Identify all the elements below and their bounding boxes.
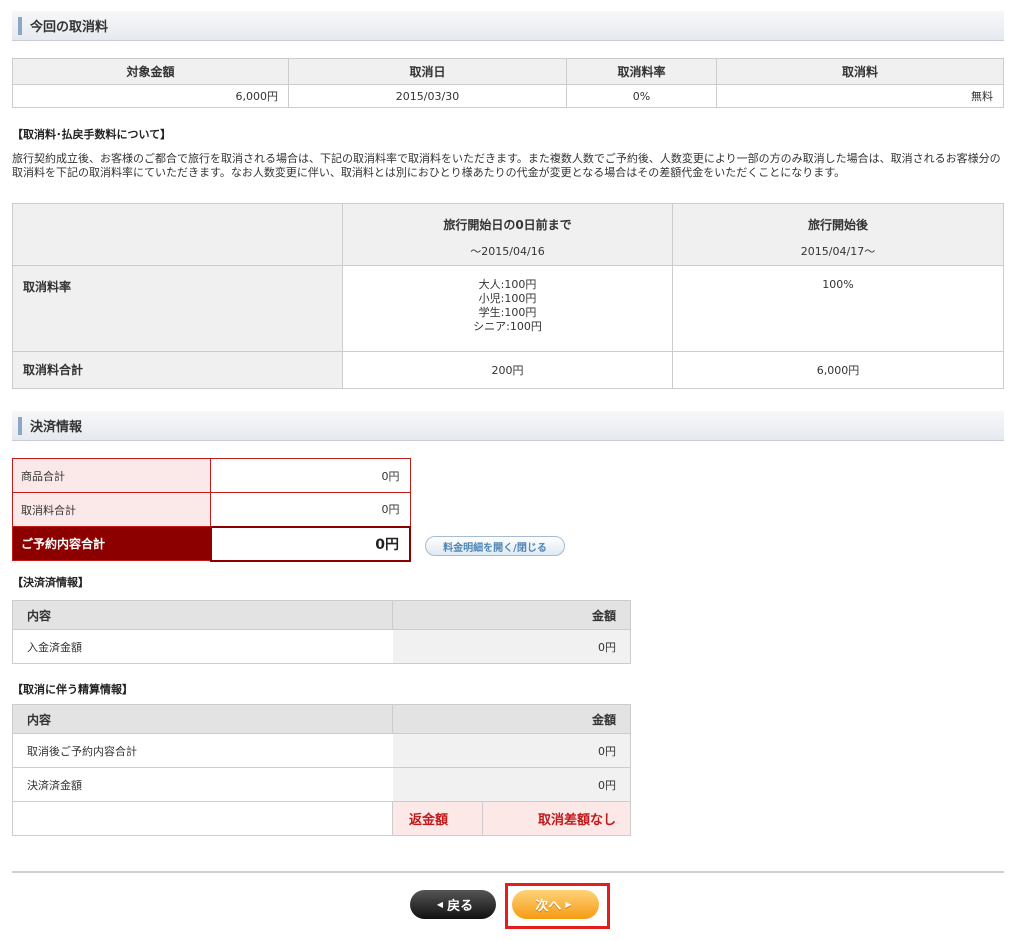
header-accent-bar <box>18 16 22 35</box>
footer-divider <box>12 871 1004 873</box>
settled-col-content: 内容 <box>12 600 393 630</box>
settlement-col-amount: 金額 <box>392 704 631 734</box>
post-cancel-total-value: 0円 <box>392 733 631 768</box>
settled-col-amount: 金額 <box>392 600 631 630</box>
settlement-info-table: 内容 金額 取消後ご予約内容合計 0円 決済済金額 0円 返金額 取消差額なし <box>12 704 631 836</box>
policy-rate-label: 取消料率 <box>12 265 343 352</box>
cancel-total-value: 0円 <box>210 492 411 527</box>
cancel-policy-table: 旅行開始日の0日前まで ～2015/04/16 旅行開始後 2015/04/17… <box>12 203 1004 389</box>
payment-info-title: 決済情報 <box>30 420 83 435</box>
policy-header-row: 旅行開始日の0日前まで ～2015/04/16 旅行開始後 2015/04/17… <box>12 203 1004 266</box>
cancel-fee-title: 今回の取消料 <box>30 20 109 35</box>
triangle-left-icon: ◀ <box>436 900 444 909</box>
payment-info-header: 決済情報 <box>12 411 1004 441</box>
col-target-amount: 対象金額 <box>12 58 289 85</box>
refund-empty-cell <box>12 801 393 836</box>
refund-label: 返金額 <box>392 801 483 836</box>
fee-details-toggle-button[interactable]: 料金明細を開く/閉じる <box>425 536 565 556</box>
policy-col-before-title: 旅行開始日の0日前まで <box>443 218 572 232</box>
triangle-right-icon: ▶ <box>565 900 572 909</box>
cancel-summary-table: 対象金額 取消日 取消料率 取消料 6,000円 2015/03/30 0% 無… <box>12 58 1004 108</box>
policy-col-before: 旅行開始日の0日前まで ～2015/04/16 <box>342 203 673 266</box>
table-row: 入金済金額 0円 <box>12 629 631 664</box>
rate-adult: 大人:100円 <box>478 278 537 291</box>
policy-total-label: 取消料合計 <box>12 351 343 389</box>
policy-rate-after: 100% <box>672 265 1004 352</box>
policy-rate-row: 取消料率 大人:100円 小児:100円 学生:100円 シニア:100円 10… <box>12 265 1004 352</box>
cancel-fee-value: 無料 <box>716 84 1004 108</box>
header-accent-bar <box>18 416 22 435</box>
cancel-rate-value: 0% <box>566 84 717 108</box>
reservation-total-row: ご予約内容合計 0円 <box>12 525 411 562</box>
settlement-info-header-row: 内容 金額 <box>12 704 631 734</box>
next-button-label: 次へ <box>535 899 562 914</box>
cancel-summary-row: 6,000円 2015/03/30 0% 無料 <box>12 84 1004 108</box>
settlement-col-content: 内容 <box>12 704 393 734</box>
policy-total-after: 6,000円 <box>672 351 1004 389</box>
cancel-total-row: 取消料合計 0円 <box>12 492 411 527</box>
back-button[interactable]: ◀ 戻る <box>410 890 496 919</box>
paid-amount-value: 0円 <box>392 629 631 664</box>
post-cancel-total-label: 取消後ご予約内容合計 <box>12 733 393 768</box>
policy-col-after-title: 旅行開始後 <box>807 218 868 232</box>
policy-total-before: 200円 <box>342 351 673 389</box>
refund-row: 返金額 取消差額なし <box>12 801 631 836</box>
cancel-summary-header-row: 対象金額 取消日 取消料率 取消料 <box>12 58 1004 85</box>
policy-text: 旅行契約成立後、お客様のご都合で旅行を取消される場合は、下記の取消料率で取消料を… <box>12 152 1001 179</box>
policy-col-after-date: 2015/04/17～ <box>800 245 876 258</box>
policy-corner-cell <box>12 203 343 266</box>
payment-total-table: 商品合計 0円 取消料合計 0円 ご予約内容合計 0円 <box>12 458 411 562</box>
refund-value: 取消差額なし <box>482 801 631 836</box>
product-total-value: 0円 <box>210 458 411 493</box>
settled-info-header-row: 内容 金額 <box>12 600 631 630</box>
reservation-total-label: ご予約内容合計 <box>12 526 211 561</box>
settlement-info-heading: 【取消に伴う精算情報】 <box>12 683 133 696</box>
paid-amount-label: 入金済金額 <box>12 629 393 664</box>
product-total-label: 商品合計 <box>12 458 211 493</box>
rate-senior: シニア:100円 <box>473 320 542 333</box>
table-row: 決済済金額 0円 <box>12 767 631 802</box>
rate-child: 小児:100円 <box>478 292 537 305</box>
col-cancel-rate: 取消料率 <box>566 58 717 85</box>
policy-col-after: 旅行開始後 2015/04/17～ <box>672 203 1004 266</box>
col-cancel-fee: 取消料 <box>716 58 1004 85</box>
policy-col-before-date: ～2015/04/16 <box>470 245 545 258</box>
table-row: 取消後ご予約内容合計 0円 <box>12 733 631 768</box>
policy-total-row: 取消料合計 200円 6,000円 <box>12 351 1004 389</box>
cancel-date-value: 2015/03/30 <box>288 84 567 108</box>
settled-amount-value: 0円 <box>392 767 631 802</box>
cancel-fee-header: 今回の取消料 <box>12 11 1004 41</box>
rate-student: 学生:100円 <box>478 306 537 319</box>
next-button[interactable]: 次へ ▶ <box>512 890 599 919</box>
product-total-row: 商品合計 0円 <box>12 458 411 493</box>
settled-amount-label: 決済済金額 <box>12 767 393 802</box>
col-cancel-date: 取消日 <box>288 58 567 85</box>
settled-info-heading: 【決済済情報】 <box>12 576 89 589</box>
cancel-total-label: 取消料合計 <box>12 492 211 527</box>
policy-rate-before: 大人:100円 小児:100円 学生:100円 シニア:100円 <box>342 265 673 352</box>
policy-heading: 【取消料･払戻手数料について】 <box>12 128 172 141</box>
back-button-label: 戻る <box>447 899 474 914</box>
reservation-total-value: 0円 <box>209 525 411 562</box>
target-amount-value: 6,000円 <box>12 84 289 108</box>
settled-info-table: 内容 金額 入金済金額 0円 <box>12 600 631 664</box>
